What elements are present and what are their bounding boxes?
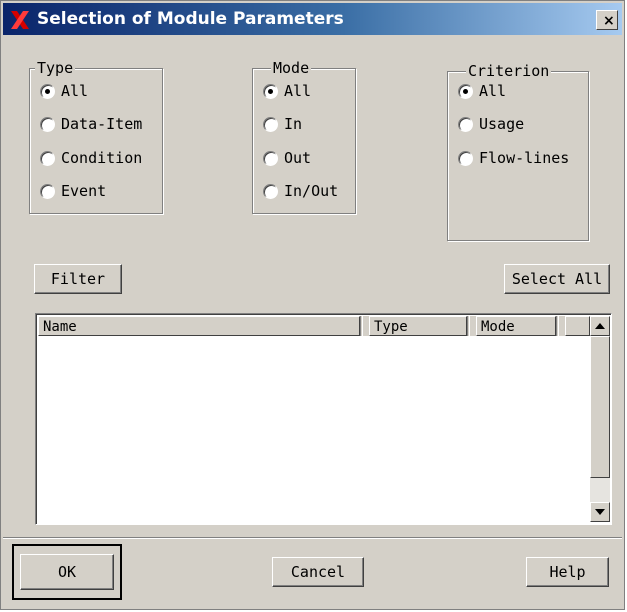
arrow-down-icon	[595, 509, 605, 515]
parameter-list[interactable]: Name Type Mode	[35, 313, 612, 525]
type-groupbox: Type All Data-Item Condition Event	[29, 59, 163, 214]
scroll-down-button[interactable]	[590, 502, 610, 522]
mode-option-all[interactable]: All	[263, 80, 311, 102]
criterion-groupbox: Criterion All Usage Flow-lines	[447, 62, 589, 241]
filter-button[interactable]: Filter	[34, 264, 122, 294]
radio-icon[interactable]	[40, 116, 55, 132]
criterion-option-all[interactable]: All	[458, 80, 506, 102]
mode-groupbox: Mode All In Out In/Out	[252, 59, 356, 214]
radio-icon[interactable]	[263, 116, 278, 132]
mode-option-label: In	[284, 115, 303, 133]
type-group-label: Type	[35, 59, 76, 77]
radio-icon[interactable]	[263, 183, 278, 199]
mode-option-out[interactable]: Out	[263, 147, 311, 169]
x-logo-icon	[11, 11, 29, 29]
close-button[interactable]: ×	[596, 10, 618, 30]
separator	[3, 537, 622, 539]
radio-icon[interactable]	[40, 183, 55, 199]
mode-option-in-out[interactable]: In/Out	[263, 180, 338, 202]
mode-option-in[interactable]: In	[263, 113, 302, 135]
mode-option-label: All	[284, 82, 312, 100]
scroll-thumb[interactable]	[590, 336, 610, 478]
type-option-label: Event	[61, 182, 107, 200]
radio-icon[interactable]	[40, 150, 55, 166]
column-resize-handle[interactable]	[360, 316, 363, 336]
radio-icon[interactable]	[458, 83, 473, 99]
type-option-data-item[interactable]: Data-Item	[40, 113, 142, 135]
window-title: Selection of Module Parameters	[37, 9, 344, 29]
type-option-condition[interactable]: Condition	[40, 147, 142, 169]
scroll-up-button[interactable]	[590, 316, 610, 336]
type-option-label: All	[61, 82, 89, 100]
column-header-type[interactable]: Type	[369, 316, 467, 336]
cancel-button[interactable]: Cancel	[272, 557, 364, 587]
column-header-extra[interactable]	[565, 316, 590, 336]
type-option-label: Data-Item	[61, 115, 143, 133]
title-bar[interactable]: Selection of Module Parameters ×	[3, 3, 622, 35]
criterion-option-label: Usage	[479, 115, 525, 133]
select-all-button[interactable]: Select All	[504, 264, 610, 294]
list-header: Name Type Mode	[38, 316, 590, 336]
radio-icon[interactable]	[263, 83, 278, 99]
criterion-option-label: Flow-lines	[479, 149, 570, 167]
mode-option-label: In/Out	[284, 182, 339, 200]
radio-icon[interactable]	[40, 83, 55, 99]
arrow-up-icon	[595, 323, 605, 329]
radio-icon[interactable]	[458, 116, 473, 132]
column-header-name[interactable]: Name	[38, 316, 360, 336]
mode-group-label: Mode	[271, 59, 312, 77]
radio-icon[interactable]	[263, 150, 278, 166]
type-option-all[interactable]: All	[40, 80, 88, 102]
column-header-mode[interactable]: Mode	[476, 316, 556, 336]
ok-button[interactable]: OK	[20, 554, 114, 590]
criterion-option-usage[interactable]: Usage	[458, 113, 524, 135]
criterion-option-label: All	[479, 82, 507, 100]
dialog-window: Selection of Module Parameters × Type Al…	[0, 0, 625, 610]
criterion-group-label: Criterion	[466, 62, 552, 80]
type-option-event[interactable]: Event	[40, 180, 106, 202]
vertical-scrollbar[interactable]	[590, 316, 610, 522]
column-resize-handle[interactable]	[556, 316, 559, 336]
type-option-label: Condition	[61, 149, 143, 167]
column-resize-handle[interactable]	[467, 316, 470, 336]
mode-option-label: Out	[284, 149, 312, 167]
help-button[interactable]: Help	[526, 557, 609, 587]
radio-icon[interactable]	[458, 150, 473, 166]
criterion-option-flow-lines[interactable]: Flow-lines	[458, 147, 569, 169]
